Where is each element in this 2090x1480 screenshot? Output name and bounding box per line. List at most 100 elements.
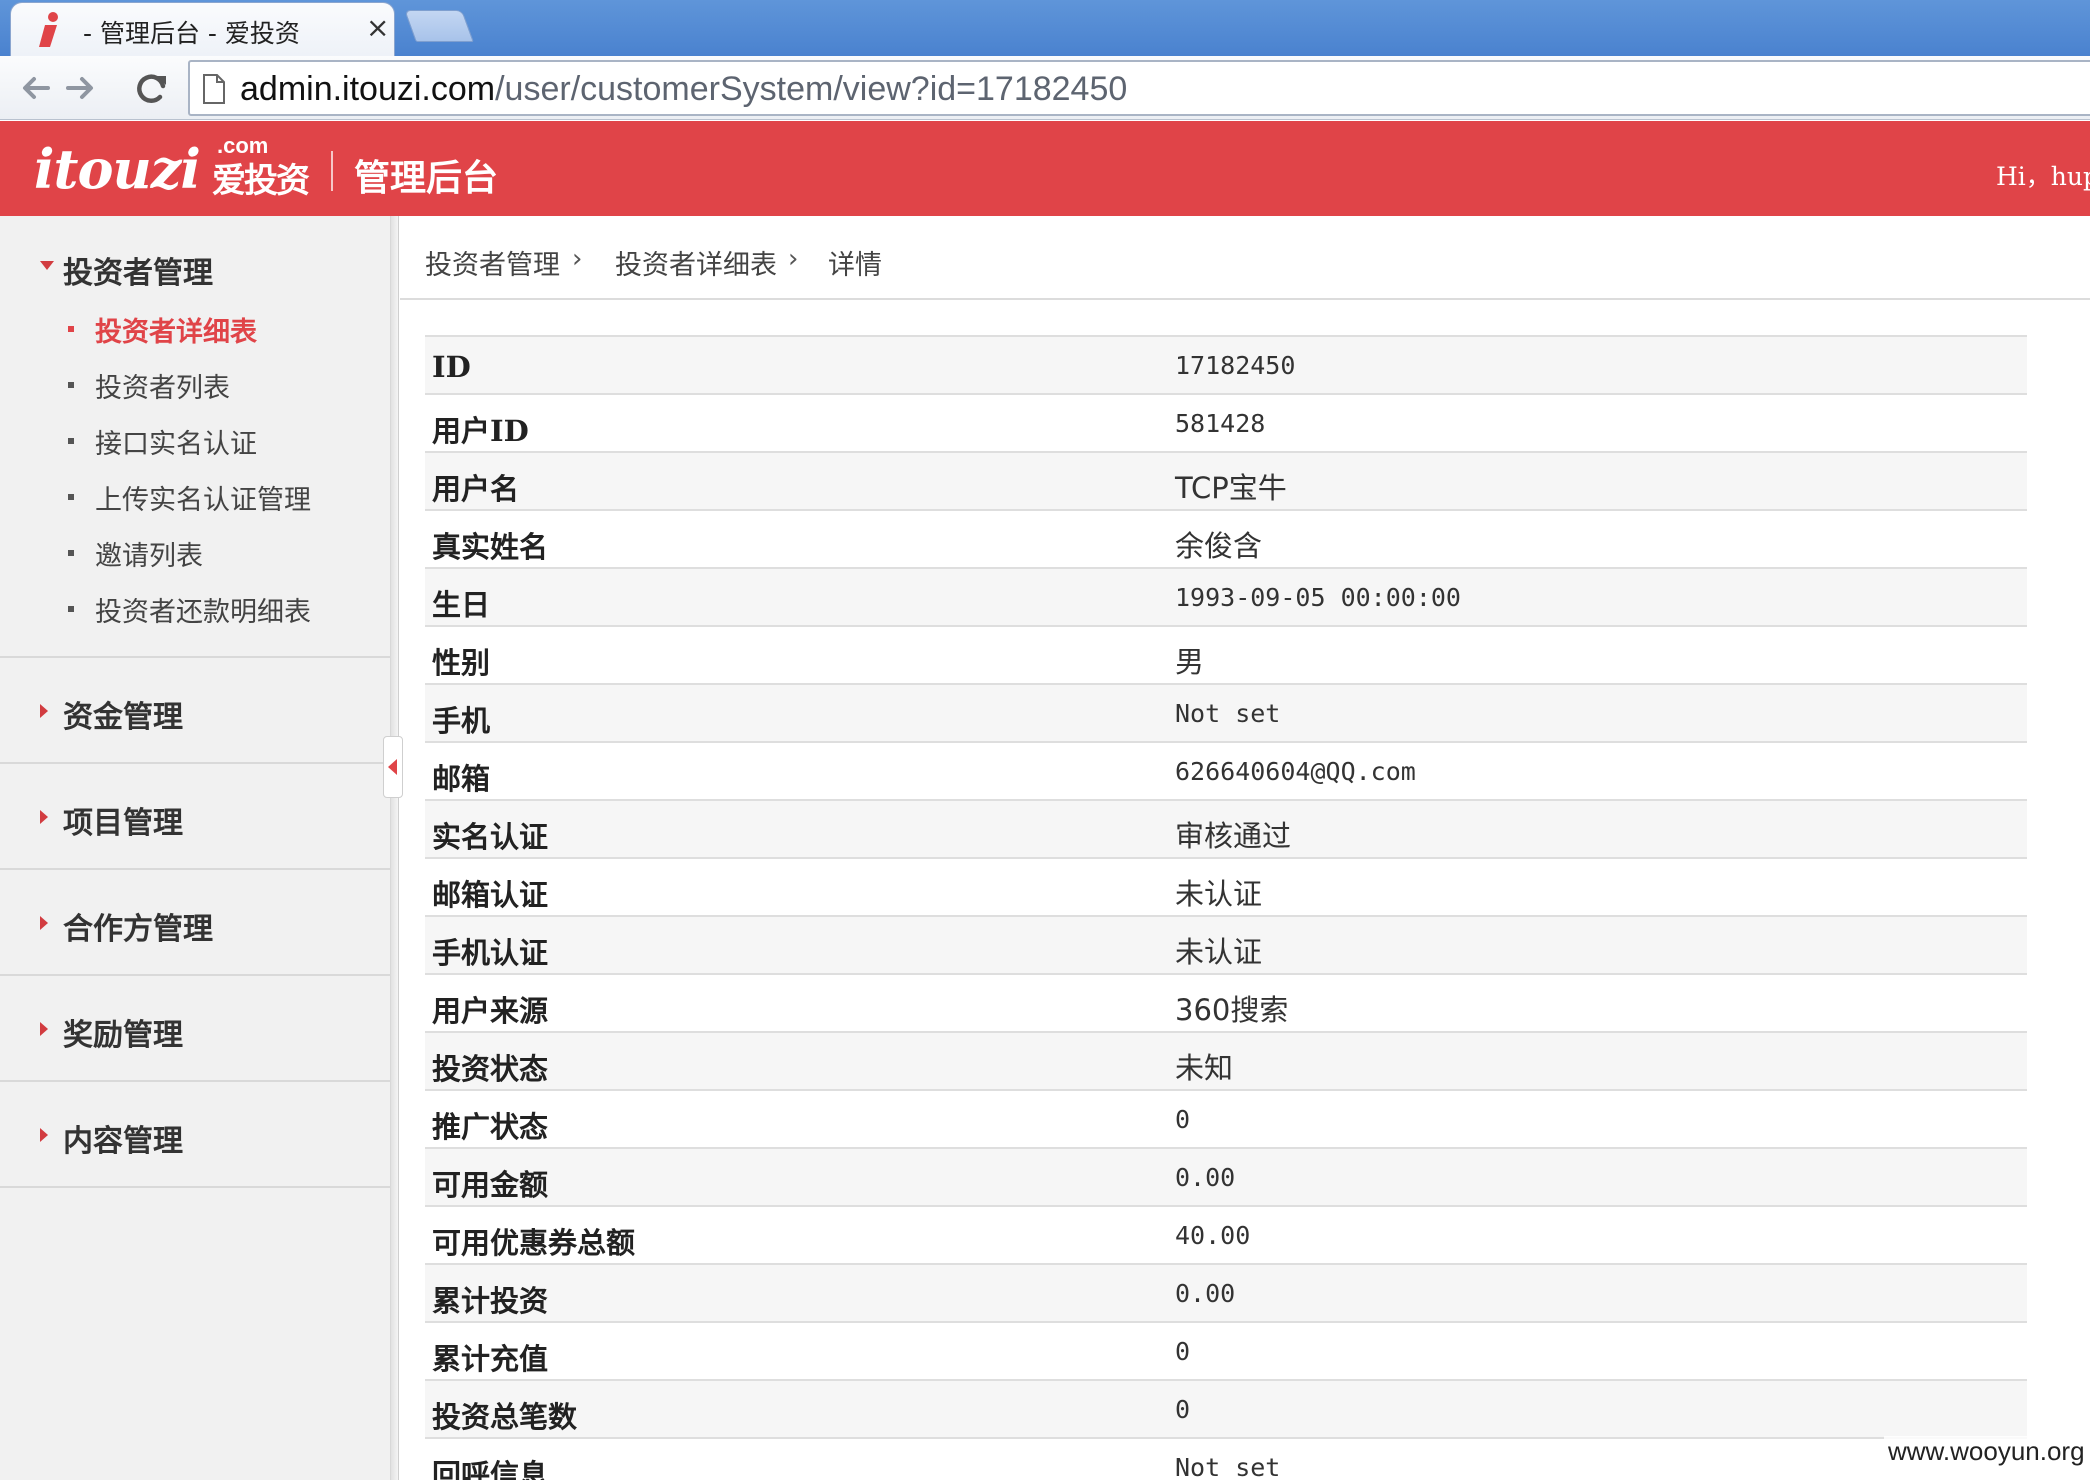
field-value: 40.00 (1175, 1221, 1251, 1250)
sidebar-item-label: 投资者还款明细表 (95, 597, 311, 628)
field-label: 投资总笔数 (432, 1400, 578, 1434)
bullet-icon (68, 494, 74, 500)
breadcrumb: 投资者管理 › 投资者详细表 › 详情 (400, 216, 2090, 300)
table-row: 性别 男 (425, 627, 2027, 685)
sidebar-splitter[interactable] (391, 216, 399, 1480)
caret-right-icon (40, 916, 48, 930)
field-label: 手机认证 (432, 936, 549, 970)
caret-right-icon (40, 704, 48, 718)
field-label: ID (432, 350, 471, 384)
table-row: 实名认证 审核通过 (425, 801, 2027, 859)
table-row: 邮箱 626640604@QQ.com (425, 743, 2027, 801)
field-value: 未认证 (1175, 877, 1263, 911)
field-value: 未认证 (1175, 935, 1263, 969)
bullet-icon (68, 326, 74, 332)
sidebar-group-label: 合作方管理 (63, 912, 213, 947)
logo-wordmark: itouzi (34, 137, 201, 201)
browser-tab[interactable]: - 管理后台 - 爱投资 × (10, 2, 395, 56)
tab-close-icon[interactable]: × (366, 11, 389, 44)
url-path: /user/customerSystem/view?id=17182450 (495, 70, 1128, 108)
bullet-icon (68, 606, 74, 612)
itouzi-logo[interactable]: itouzi .com 爱投资 (34, 133, 314, 201)
sidebar-item-label: 投资者列表 (95, 373, 230, 404)
breadcrumb-investor-management[interactable]: 投资者管理 (425, 243, 560, 282)
itouzi-favicon-icon (39, 12, 58, 47)
detail-table: ID 17182450 用户ID 581428 用户名 TCP宝牛 真实姓名 余俊含 生… (425, 335, 2027, 1480)
sidebar-group-label[interactable]: 投资者管理 (63, 248, 213, 292)
sidebar-group-label: 内容管理 (63, 1124, 183, 1159)
browser-tabstrip: - 管理后台 - 爱投资 × (0, 0, 2090, 56)
page-title: 管理后台 (354, 158, 499, 199)
field-label: 推广状态 (432, 1110, 549, 1144)
table-row: 推广状态 0 (425, 1091, 2027, 1149)
sidebar-group-investor: 投资者管理 投资者详细表 投资者列表 接口实名认证 上传实名认证管理 邀请列表 … (0, 216, 391, 658)
table-row: 累计投资 0.00 (425, 1265, 2027, 1323)
app-header: itouzi .com 爱投资 管理后台 Hi，hup (0, 121, 2090, 216)
field-value: 0.00 (1175, 1163, 1236, 1192)
new-tab-button[interactable] (404, 10, 474, 42)
caret-right-icon (40, 1022, 48, 1036)
field-value: 626640604@QQ.com (1175, 757, 1416, 786)
sidebar-item-label: 邀请列表 (95, 541, 203, 572)
field-value: TCP宝牛 (1175, 471, 1287, 505)
sidebar-item-label: 上传实名认证管理 (95, 485, 311, 516)
field-label: 投资状态 (432, 1052, 549, 1086)
sidebar-group-label: 资金管理 (63, 700, 183, 735)
table-row: 回呼信息 Not set (425, 1439, 2027, 1480)
table-row: ID 17182450 (425, 337, 2027, 395)
field-label: 生日 (432, 588, 491, 622)
field-value: Not set (1175, 699, 1281, 728)
table-row: 投资状态 未知 (425, 1033, 2027, 1091)
field-label: 可用优惠券总额 (432, 1226, 636, 1260)
user-greeting[interactable]: Hi，hup (1996, 157, 2090, 193)
field-value: 360搜索 (1175, 993, 1289, 1027)
breadcrumb-investor-detail[interactable]: 投资者详细表 (615, 243, 777, 282)
sidebar-group-partners[interactable]: 合作方管理 (0, 870, 391, 976)
back-arrow-icon[interactable] (14, 66, 58, 110)
sidebar-item-label: 投资者详细表 (95, 317, 257, 348)
caret-right-icon (40, 1128, 48, 1142)
field-label: 性别 (432, 646, 491, 680)
field-label: 回呼信息 (432, 1458, 549, 1480)
field-value: 0.00 (1175, 1279, 1236, 1308)
field-label: 邮箱认证 (432, 878, 549, 912)
url-text: admin.itouzi.com/user/customerSystem/vie… (240, 70, 1127, 109)
sidebar-item-label: 接口实名认证 (95, 429, 257, 460)
field-label: 邮箱 (432, 762, 491, 796)
sidebar: 投资者管理 投资者详细表 投资者列表 接口实名认证 上传实名认证管理 邀请列表 … (0, 216, 391, 1480)
field-value: 余俊含 (1175, 529, 1263, 563)
table-row: 邮箱认证 未认证 (425, 859, 2027, 917)
chevron-right-icon: › (572, 244, 583, 274)
field-label: 用户名 (432, 472, 520, 506)
browser-toolbar: admin.itouzi.com/user/customerSystem/vie… (0, 56, 2090, 120)
sidebar-collapse-button[interactable] (383, 736, 403, 798)
field-value: 17182450 (1175, 351, 1296, 380)
forward-arrow-icon[interactable] (58, 66, 102, 110)
table-row: 用户名 TCP宝牛 (425, 453, 2027, 511)
sidebar-group-funds[interactable]: 资金管理 (0, 658, 391, 764)
caret-right-icon (40, 810, 48, 824)
table-row: 可用优惠券总额 40.00 (425, 1207, 2027, 1265)
bullet-icon (68, 438, 74, 444)
tab-title: - 管理后台 - 爱投资 (83, 19, 300, 48)
field-value: 0 (1175, 1337, 1191, 1366)
sidebar-group-rewards[interactable]: 奖励管理 (0, 976, 391, 1082)
address-bar[interactable]: admin.itouzi.com/user/customerSystem/vie… (188, 60, 2090, 116)
field-label: 累计投资 (432, 1284, 549, 1318)
bullet-icon (68, 382, 74, 388)
caret-down-icon (40, 261, 54, 270)
table-row: 投资总笔数 0 (425, 1381, 2027, 1439)
sidebar-group-label: 奖励管理 (63, 1018, 183, 1053)
chevron-right-icon: › (788, 244, 799, 274)
field-label: 手机 (432, 704, 491, 738)
sidebar-group-content[interactable]: 内容管理 (0, 1082, 391, 1188)
sidebar-group-projects[interactable]: 项目管理 (0, 764, 391, 870)
field-label: 可用金额 (432, 1168, 549, 1202)
field-value: Not set (1175, 1453, 1281, 1480)
field-value: 审核通过 (1175, 819, 1292, 853)
table-row: 用户来源 360搜索 (425, 975, 2027, 1033)
field-value: 1993-09-05 00:00:00 (1175, 583, 1461, 612)
reload-icon[interactable] (130, 66, 174, 110)
field-value: 未知 (1175, 1051, 1234, 1085)
logo-chinese: 爱投资 (212, 161, 310, 201)
